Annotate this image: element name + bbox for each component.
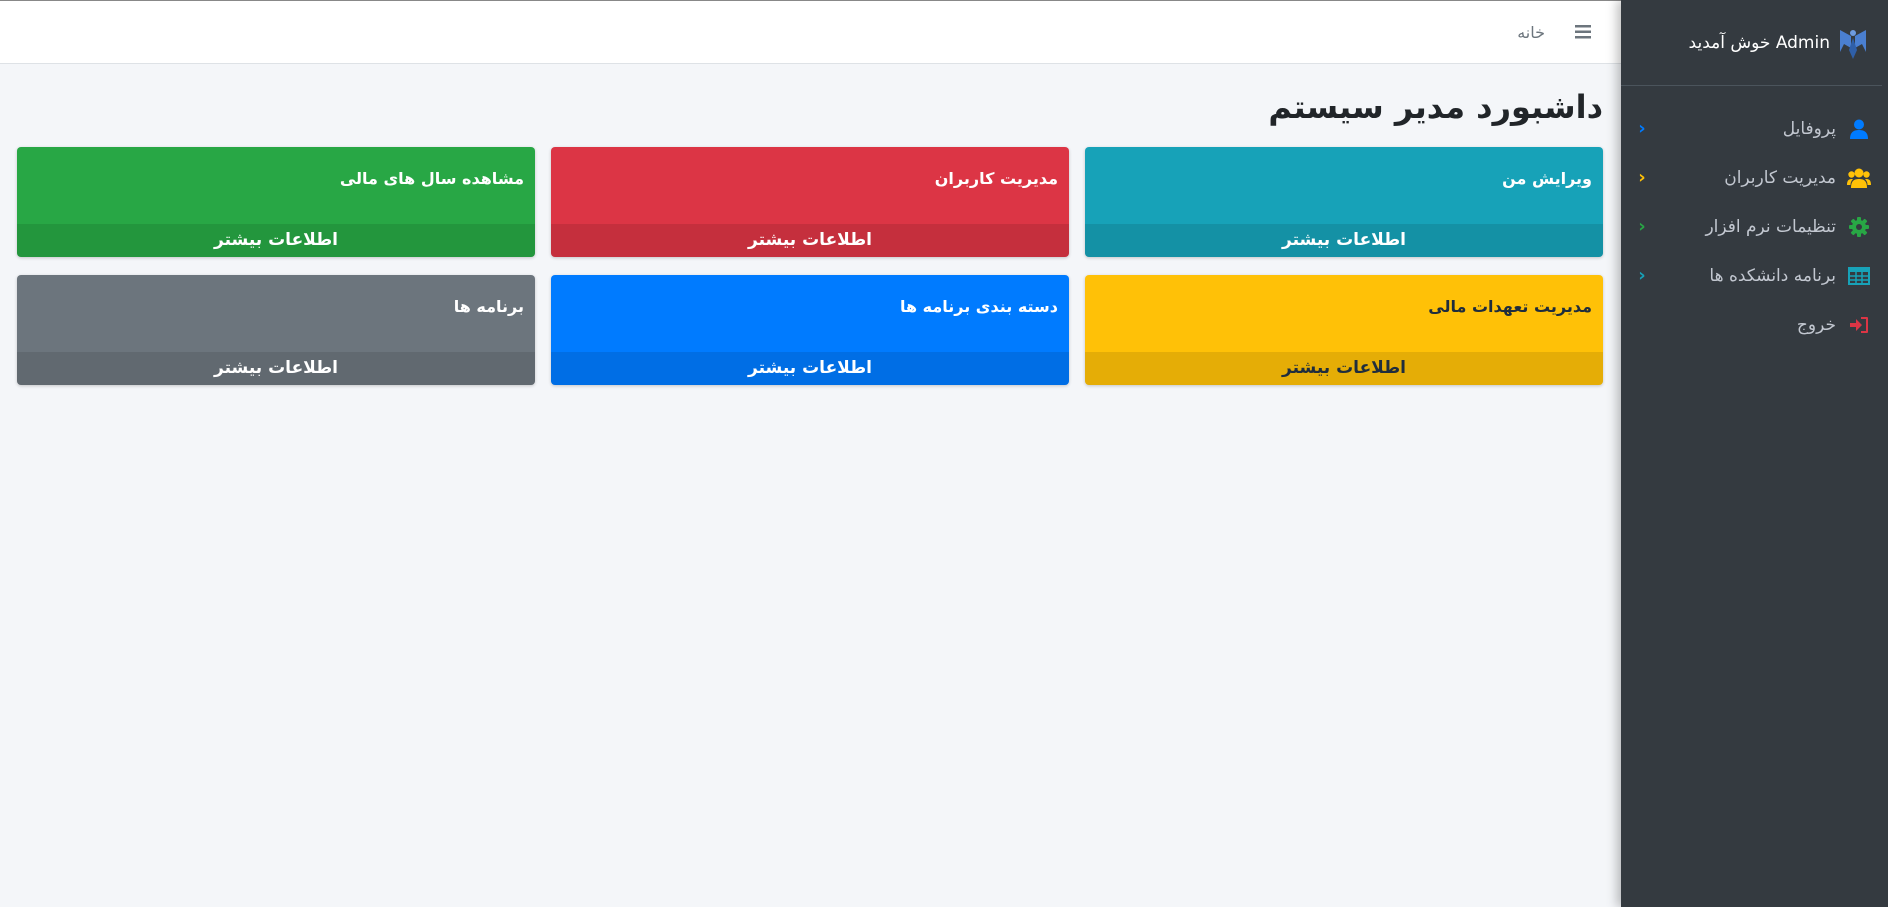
card-title: ویرایش من <box>1502 169 1592 188</box>
sidebar-item-label: پروفایل <box>1782 118 1836 139</box>
sidebar-item-label: خروج <box>1796 314 1836 335</box>
sidebar-item-profile[interactable]: پروفایل ‹ <box>1621 104 1888 153</box>
card-title: مدیریت تعهدات مالی <box>1428 297 1592 316</box>
menu-toggle-icon[interactable] <box>1565 14 1601 50</box>
dashboard-cards: ویرایش من اطلاعات بیشتر مدیریت کاربران ا… <box>17 147 1603 385</box>
card-programs: برنامه ها اطلاعات بیشتر <box>17 275 535 385</box>
card-program-categories: دسته بندی برنامه ها اطلاعات بیشتر <box>551 275 1069 385</box>
gear-icon <box>1846 214 1872 240</box>
card-title: برنامه ها <box>453 297 524 316</box>
chevron-left-icon: ‹ <box>1638 118 1646 139</box>
table-icon <box>1846 263 1872 289</box>
card-title: دسته بندی برنامه ها <box>899 297 1058 316</box>
sidebar-item-user-management[interactable]: مدیریت کاربران ‹ <box>1621 153 1888 202</box>
more-info-link[interactable]: اطلاعات بیشتر <box>1085 352 1603 385</box>
university-logo-icon <box>1838 26 1868 60</box>
nav-home-link[interactable]: خانه <box>1517 23 1545 42</box>
more-info-link[interactable]: اطلاعات بیشتر <box>17 352 535 385</box>
sidebar: Admin خوش آمدید پروفایل ‹ مدیریت کاربران… <box>1621 0 1888 907</box>
users-icon <box>1846 165 1872 191</box>
card-edit-profile: ویرایش من اطلاعات بیشتر <box>1085 147 1603 257</box>
more-info-link[interactable]: اطلاعات بیشتر <box>1085 224 1603 257</box>
sidebar-item-faculty-programs[interactable]: برنامه دانشکده ها ‹ <box>1621 251 1888 300</box>
chevron-left-icon: ‹ <box>1638 265 1646 286</box>
card-title: مدیریت کاربران <box>934 169 1058 188</box>
top-navbar: خانه <box>0 0 1621 64</box>
sidebar-item-label: تنظیمات نرم افزار <box>1705 216 1836 237</box>
main-content: داشبورد مدیر سیستم ویرایش من اطلاعات بیش… <box>0 64 1621 385</box>
card-financial-commitments: مدیریت تعهدات مالی اطلاعات بیشتر <box>1085 275 1603 385</box>
brand[interactable]: Admin خوش آمدید <box>1621 0 1882 86</box>
chevron-left-icon: ‹ <box>1638 167 1646 188</box>
more-info-link[interactable]: اطلاعات بیشتر <box>551 224 1069 257</box>
card-user-management: مدیریت کاربران اطلاعات بیشتر <box>551 147 1069 257</box>
sidebar-item-label: مدیریت کاربران <box>1724 167 1836 188</box>
card-title: مشاهده سال های مالی <box>339 169 524 188</box>
sidebar-item-settings[interactable]: تنظیمات نرم افزار ‹ <box>1621 202 1888 251</box>
sidebar-item-label: برنامه دانشکده ها <box>1709 265 1836 286</box>
user-icon <box>1846 116 1872 142</box>
sidebar-item-logout[interactable]: خروج <box>1621 300 1888 349</box>
sidebar-nav: پروفایل ‹ مدیریت کاربران ‹ تنظیمات نرم ا… <box>1621 86 1888 349</box>
card-fiscal-years: مشاهده سال های مالی اطلاعات بیشتر <box>17 147 535 257</box>
page-title: داشبورد مدیر سیستم <box>1268 88 1603 126</box>
sign-out-icon <box>1846 312 1872 338</box>
more-info-link[interactable]: اطلاعات بیشتر <box>551 352 1069 385</box>
chevron-left-icon: ‹ <box>1638 216 1646 237</box>
welcome-text: Admin خوش آمدید <box>1688 32 1830 53</box>
more-info-link[interactable]: اطلاعات بیشتر <box>17 224 535 257</box>
